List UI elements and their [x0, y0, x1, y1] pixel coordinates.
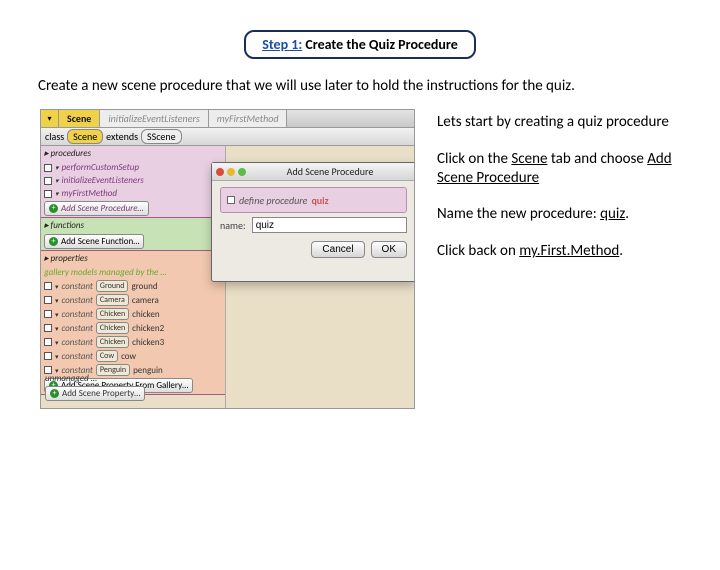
kw-extends: extends: [106, 130, 138, 143]
dialog-titlebar: Add Scene Procedure: [212, 163, 415, 181]
add-scene-property-button[interactable]: +Add Scene Property…: [45, 386, 145, 401]
pill-sscene[interactable]: SScene: [141, 129, 182, 144]
instruction-p2: Click on the Scene tab and choose Add Sc…: [437, 150, 687, 188]
window-zoom-icon[interactable]: [238, 168, 246, 176]
step-rest: Create the Quiz Procedure: [302, 36, 458, 53]
instruction-p1: Lets start by creating a quiz procedure: [437, 113, 687, 132]
property-row[interactable]: ▾constant Chicken chicken: [41, 307, 225, 321]
intro-text: Create a new scene procedure that we wil…: [38, 77, 680, 95]
window-minimize-icon[interactable]: [227, 168, 235, 176]
tab-my-first-method[interactable]: myFirstMethod: [209, 110, 288, 127]
plus-icon: +: [49, 204, 58, 213]
instruction-p3: Name the new procedure: quiz.: [437, 205, 687, 224]
procedure-preview: define procedure quiz: [220, 187, 407, 213]
ok-button[interactable]: OK: [371, 241, 407, 258]
tab-scene[interactable]: Scene: [59, 110, 100, 127]
plus-icon: +: [50, 389, 59, 398]
property-row[interactable]: ▾constant Cow cow: [41, 349, 225, 363]
unmanaged-header: unmanaged …: [45, 373, 221, 384]
alice-ide-screenshot: ▾ Scene initializeEventListeners myFirst…: [40, 109, 415, 409]
proc-row[interactable]: ▾initializeEventListeners: [41, 174, 225, 187]
left-panel: ▸ procedures ▾performCustomSetup ▾initia…: [41, 146, 226, 408]
pill-scene[interactable]: Scene: [67, 129, 103, 144]
unmanaged-section: unmanaged … +Add Scene Property…: [41, 370, 225, 404]
instruction-p4: Click back on my.First.Method.: [437, 242, 687, 261]
properties-header: ▸ properties: [41, 251, 225, 266]
add-scene-procedure-dialog: Add Scene Procedure define procedure qui…: [211, 162, 415, 282]
proc-row[interactable]: ▾performCustomSetup: [41, 161, 225, 174]
instruction-column: Lets start by creating a quiz procedure …: [437, 109, 687, 261]
proc-row[interactable]: ▾myFirstMethod: [41, 187, 225, 200]
property-row[interactable]: ▾constant Chicken chicken3: [41, 335, 225, 349]
add-scene-procedure-button[interactable]: +Add Scene Procedure…: [41, 200, 225, 217]
functions-header: ▸ functions: [41, 218, 225, 233]
cancel-button[interactable]: Cancel: [311, 241, 364, 258]
class-bar: class Scene extends SScene: [41, 128, 414, 146]
property-row[interactable]: ▾constant Chicken chicken2: [41, 321, 225, 335]
dropdown-icon[interactable]: ▾: [41, 110, 59, 127]
procedures-header: ▸ procedures: [41, 146, 225, 161]
dialog-title: Add Scene Procedure: [249, 165, 411, 178]
add-scene-function-button[interactable]: +Add Scene Function…: [41, 233, 225, 250]
name-label: name:: [220, 219, 246, 232]
step-title: Step 1: Create the Quiz Procedure: [244, 30, 476, 59]
window-close-icon[interactable]: [216, 168, 224, 176]
procedures-section: ▸ procedures ▾performCustomSetup ▾initia…: [41, 146, 225, 218]
tab-initialize-event-listeners[interactable]: initializeEventListeners: [100, 110, 208, 127]
plus-icon: +: [49, 237, 58, 246]
property-row[interactable]: ▾constant Camera camera: [41, 293, 225, 307]
properties-note: gallery models managed by the …: [41, 266, 225, 279]
step-label: Step 1:: [262, 36, 302, 53]
property-row[interactable]: ▾constant Ground ground: [41, 279, 225, 293]
functions-section: ▸ functions +Add Scene Function…: [41, 218, 225, 251]
kw-class: class: [45, 130, 64, 143]
procedure-name-input[interactable]: [252, 217, 407, 233]
tab-strip: ▾ Scene initializeEventListeners myFirst…: [41, 110, 414, 128]
